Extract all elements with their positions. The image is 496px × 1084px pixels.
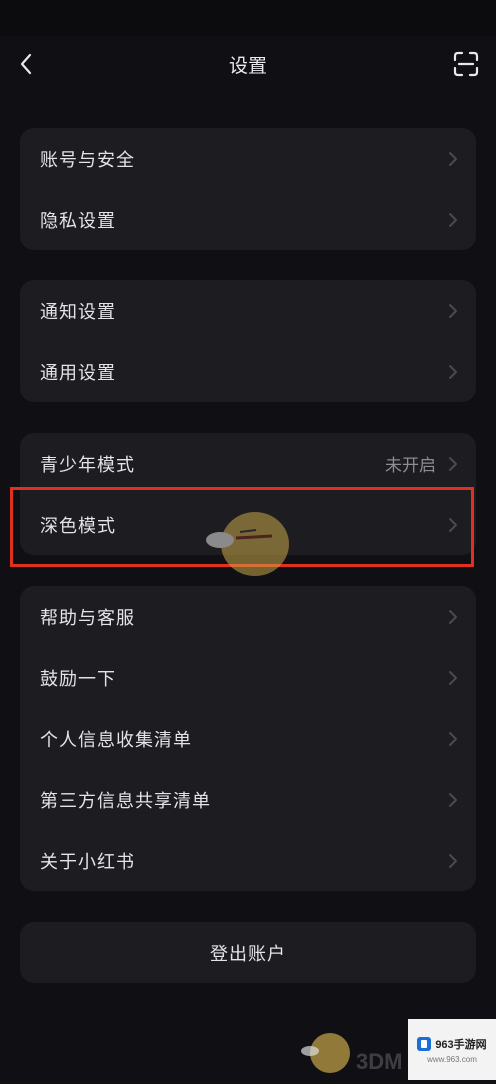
chevron-right-icon	[449, 670, 457, 685]
settings-item-label: 关于小红书	[40, 851, 135, 873]
chevron-right-icon	[449, 303, 457, 318]
963-logo-icon	[417, 1036, 432, 1051]
settings-item-notifications[interactable]: 通知设置	[20, 280, 476, 341]
settings-item-encourage[interactable]: 鼓励一下	[20, 647, 476, 708]
scan-button[interactable]	[450, 48, 482, 80]
chevron-right-icon	[449, 212, 457, 227]
settings-item-third-party-list[interactable]: 第三方信息共享清单	[20, 769, 476, 830]
watermark-brand: 963手游网	[435, 1038, 487, 1051]
chevron-left-icon	[20, 53, 32, 75]
mascot-watermark-icon	[301, 1033, 350, 1073]
scan-icon	[453, 51, 479, 77]
settings-item-youth-mode[interactable]: 青少年模式 未开启	[20, 433, 476, 494]
chevron-right-icon	[449, 792, 457, 807]
settings-item-label: 帮助与客服	[40, 607, 135, 629]
settings-item-personal-info-list[interactable]: 个人信息收集清单	[20, 708, 476, 769]
settings-item-general[interactable]: 通用设置	[20, 341, 476, 402]
youth-mode-status: 未开启	[385, 456, 436, 476]
settings-item-label: 通用设置	[40, 362, 116, 384]
chevron-right-icon	[449, 609, 457, 624]
settings-item-label: 隐私设置	[40, 210, 116, 232]
watermark-url: www.963.com	[427, 1054, 477, 1064]
back-button[interactable]	[12, 50, 40, 78]
watermark-3dm: 3DM	[300, 1025, 420, 1080]
account-settings-group: 账号与安全 隐私设置	[20, 128, 476, 250]
chevron-right-icon	[449, 853, 457, 868]
about-settings-group: 帮助与客服 鼓励一下 个人信息收集清单 第三方信息共享清单 关于小红书	[20, 586, 476, 891]
settings-item-label: 通知设置	[40, 301, 116, 323]
status-bar	[0, 0, 496, 36]
settings-item-account-security[interactable]: 账号与安全	[20, 128, 476, 189]
settings-item-label: 第三方信息共享清单	[40, 790, 211, 812]
chevron-right-icon	[449, 517, 457, 532]
settings-item-about[interactable]: 关于小红书	[20, 830, 476, 891]
settings-item-label: 青少年模式	[40, 454, 135, 476]
notification-settings-group: 通知设置 通用设置	[20, 280, 476, 402]
logout-button[interactable]: 登出账户	[20, 922, 476, 983]
watermark-text: 3DM	[356, 1049, 403, 1074]
chevron-right-icon	[449, 151, 457, 166]
watermark-963: 963手游网 www.963.com	[408, 1019, 496, 1080]
chevron-right-icon	[449, 456, 457, 471]
settings-item-help[interactable]: 帮助与客服	[20, 586, 476, 647]
header: 设置	[0, 36, 496, 92]
chevron-right-icon	[449, 731, 457, 746]
settings-item-label: 账号与安全	[40, 149, 135, 171]
logout-label: 登出账户	[210, 943, 286, 965]
settings-item-label: 深色模式	[40, 515, 116, 537]
settings-item-label: 个人信息收集清单	[40, 729, 192, 751]
chevron-right-icon	[449, 364, 457, 379]
settings-item-privacy[interactable]: 隐私设置	[20, 189, 476, 250]
settings-item-label: 鼓励一下	[40, 668, 116, 690]
page-title: 设置	[228, 54, 267, 77]
mascot-watermark-icon	[206, 512, 289, 576]
